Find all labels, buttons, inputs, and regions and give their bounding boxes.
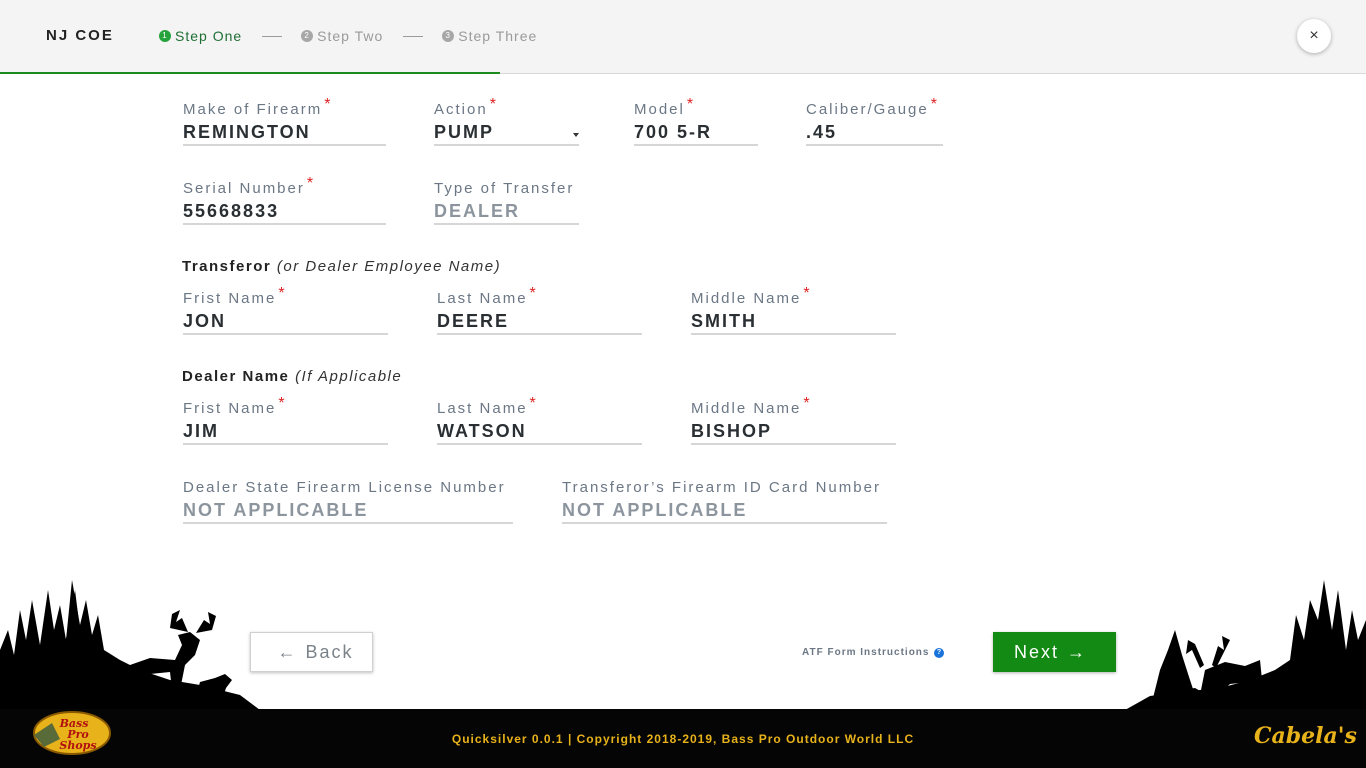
required-mark: * — [324, 96, 333, 113]
make-label: Make of Firearm * — [183, 96, 333, 118]
serial-number-value: 55668833 — [183, 201, 280, 221]
required-mark: * — [529, 395, 538, 412]
stepper: 1 Step One 2 Step Two 3 Step Three — [159, 28, 537, 44]
dealer-first-name-field[interactable]: Frist Name * JIM — [183, 395, 388, 445]
dealer-last-name-field[interactable]: Last Name * WATSON — [437, 395, 642, 445]
first-name-label: Frist Name * — [183, 285, 287, 307]
serial-number-label: Serial Number * — [183, 175, 316, 197]
model-field[interactable]: Model * 700 5-R — [634, 96, 758, 146]
first-name-label: Frist Name * — [183, 395, 287, 417]
transferor-first-name-field[interactable]: Frist Name * JON — [183, 285, 388, 335]
action-select[interactable]: Action * PUMP — [434, 96, 579, 146]
transfer-type-field: Type of Transfer DEALER — [434, 180, 579, 225]
svg-text:Shops: Shops — [59, 739, 96, 752]
back-label: Back — [305, 641, 354, 662]
required-mark: * — [278, 285, 287, 302]
middle-name-label: Middle Name * — [691, 395, 812, 417]
caliber-field[interactable]: Caliber/Gauge * .45 — [806, 96, 943, 146]
top-bar: NJ COE 1 Step One 2 Step Two 3 Step Thre… — [0, 0, 1366, 74]
dealer-license-field: Dealer State Firearm License Number NOT … — [183, 479, 513, 524]
required-mark: * — [686, 96, 696, 113]
cabelas-logo: Cabela's — [1254, 723, 1357, 749]
step-progress-bar — [0, 72, 500, 74]
step-three[interactable]: 3 Step Three — [442, 28, 537, 44]
step-three-number: 3 — [442, 30, 455, 42]
dropdown-caret-icon — [573, 133, 579, 137]
last-name-label: Last Name * — [437, 395, 538, 417]
required-mark: * — [930, 96, 939, 113]
make-field[interactable]: Make of Firearm * REMINGTON — [183, 96, 386, 146]
dealer-middle-name-field[interactable]: Middle Name * BISHOP — [691, 395, 896, 445]
first-name-value: JIM — [183, 421, 220, 441]
step-one[interactable]: 1 Step One — [159, 28, 242, 44]
middle-name-label: Middle Name * — [691, 285, 812, 307]
dealer-heading: Dealer Name (If Applicable — [182, 368, 403, 385]
last-name-value: WATSON — [437, 421, 527, 441]
last-name-label: Last Name * — [437, 285, 538, 307]
step-three-label: Step Three — [458, 28, 538, 44]
step-two-label: Step Two — [317, 28, 384, 44]
serial-number-field[interactable]: Serial Number * 55668833 — [183, 175, 386, 225]
step-two-number: 2 — [301, 30, 314, 42]
help-icon: ? — [934, 647, 945, 658]
dealer-license-value: NOT APPLICABLE — [183, 500, 369, 520]
atf-form-instructions-link[interactable]: ATF Form Instructions ? — [802, 647, 945, 658]
bass-pro-shops-logo: Bass Pro Shops — [30, 709, 112, 764]
transferor-heading: Transferor (or Dealer Employee Name) — [182, 258, 502, 275]
model-label: Model * — [634, 96, 696, 118]
dealer-license-label: Dealer State Firearm License Number — [183, 479, 506, 496]
next-label: Next — [1013, 641, 1059, 662]
page: NJ COE 1 Step One 2 Step Two 3 Step Thre… — [0, 0, 1366, 768]
app-title: NJ COE — [46, 27, 114, 44]
required-mark: * — [803, 285, 812, 302]
transfer-type-value: DEALER — [434, 201, 521, 221]
action-label: Action * — [434, 96, 498, 118]
copyright-text: Quicksilver 0.0.1 | Copyright 2018-2019,… — [451, 732, 915, 746]
back-button[interactable]: ← Back — [250, 632, 373, 672]
required-mark: * — [529, 285, 538, 302]
step-one-number: 1 — [159, 30, 171, 42]
step-one-label: Step One — [175, 28, 243, 44]
arrow-left-icon: ← — [277, 641, 298, 662]
make-value: REMINGTON — [183, 122, 311, 142]
last-name-value: DEERE — [437, 311, 510, 331]
footer: Quicksilver 0.0.1 | Copyright 2018-2019,… — [0, 709, 1366, 768]
required-mark: * — [489, 96, 498, 113]
atf-link-label: ATF Form Instructions — [802, 647, 930, 658]
next-button[interactable]: Next → — [993, 632, 1116, 672]
required-mark: * — [803, 395, 812, 412]
transferor-middle-name-field[interactable]: Middle Name * SMITH — [691, 285, 896, 335]
transfer-type-label: Type of Transfer — [434, 180, 575, 197]
transferor-id-value: NOT APPLICABLE — [562, 500, 748, 520]
step-divider — [262, 35, 283, 37]
action-value: PUMP — [434, 122, 495, 142]
caliber-label: Caliber/Gauge * — [806, 96, 939, 118]
transferor-id-label: Transferor’s Firearm ID Card Number — [562, 479, 881, 496]
transferor-id-field: Transferor’s Firearm ID Card Number NOT … — [562, 479, 887, 524]
first-name-value: JON — [183, 311, 227, 331]
required-mark: * — [278, 395, 287, 412]
transferor-last-name-field[interactable]: Last Name * DEERE — [437, 285, 642, 335]
model-value: 700 5-R — [634, 122, 713, 142]
middle-name-value: SMITH — [691, 311, 757, 331]
forest-silhouette — [0, 580, 1366, 710]
step-divider — [403, 35, 424, 37]
close-button[interactable]: × — [1297, 19, 1331, 53]
required-mark: * — [306, 175, 316, 192]
middle-name-value: BISHOP — [691, 421, 773, 441]
step-two[interactable]: 2 Step Two — [301, 28, 383, 44]
arrow-right-icon: → — [1067, 641, 1087, 662]
caliber-value: .45 — [806, 122, 838, 142]
close-icon: × — [1309, 27, 1319, 44]
